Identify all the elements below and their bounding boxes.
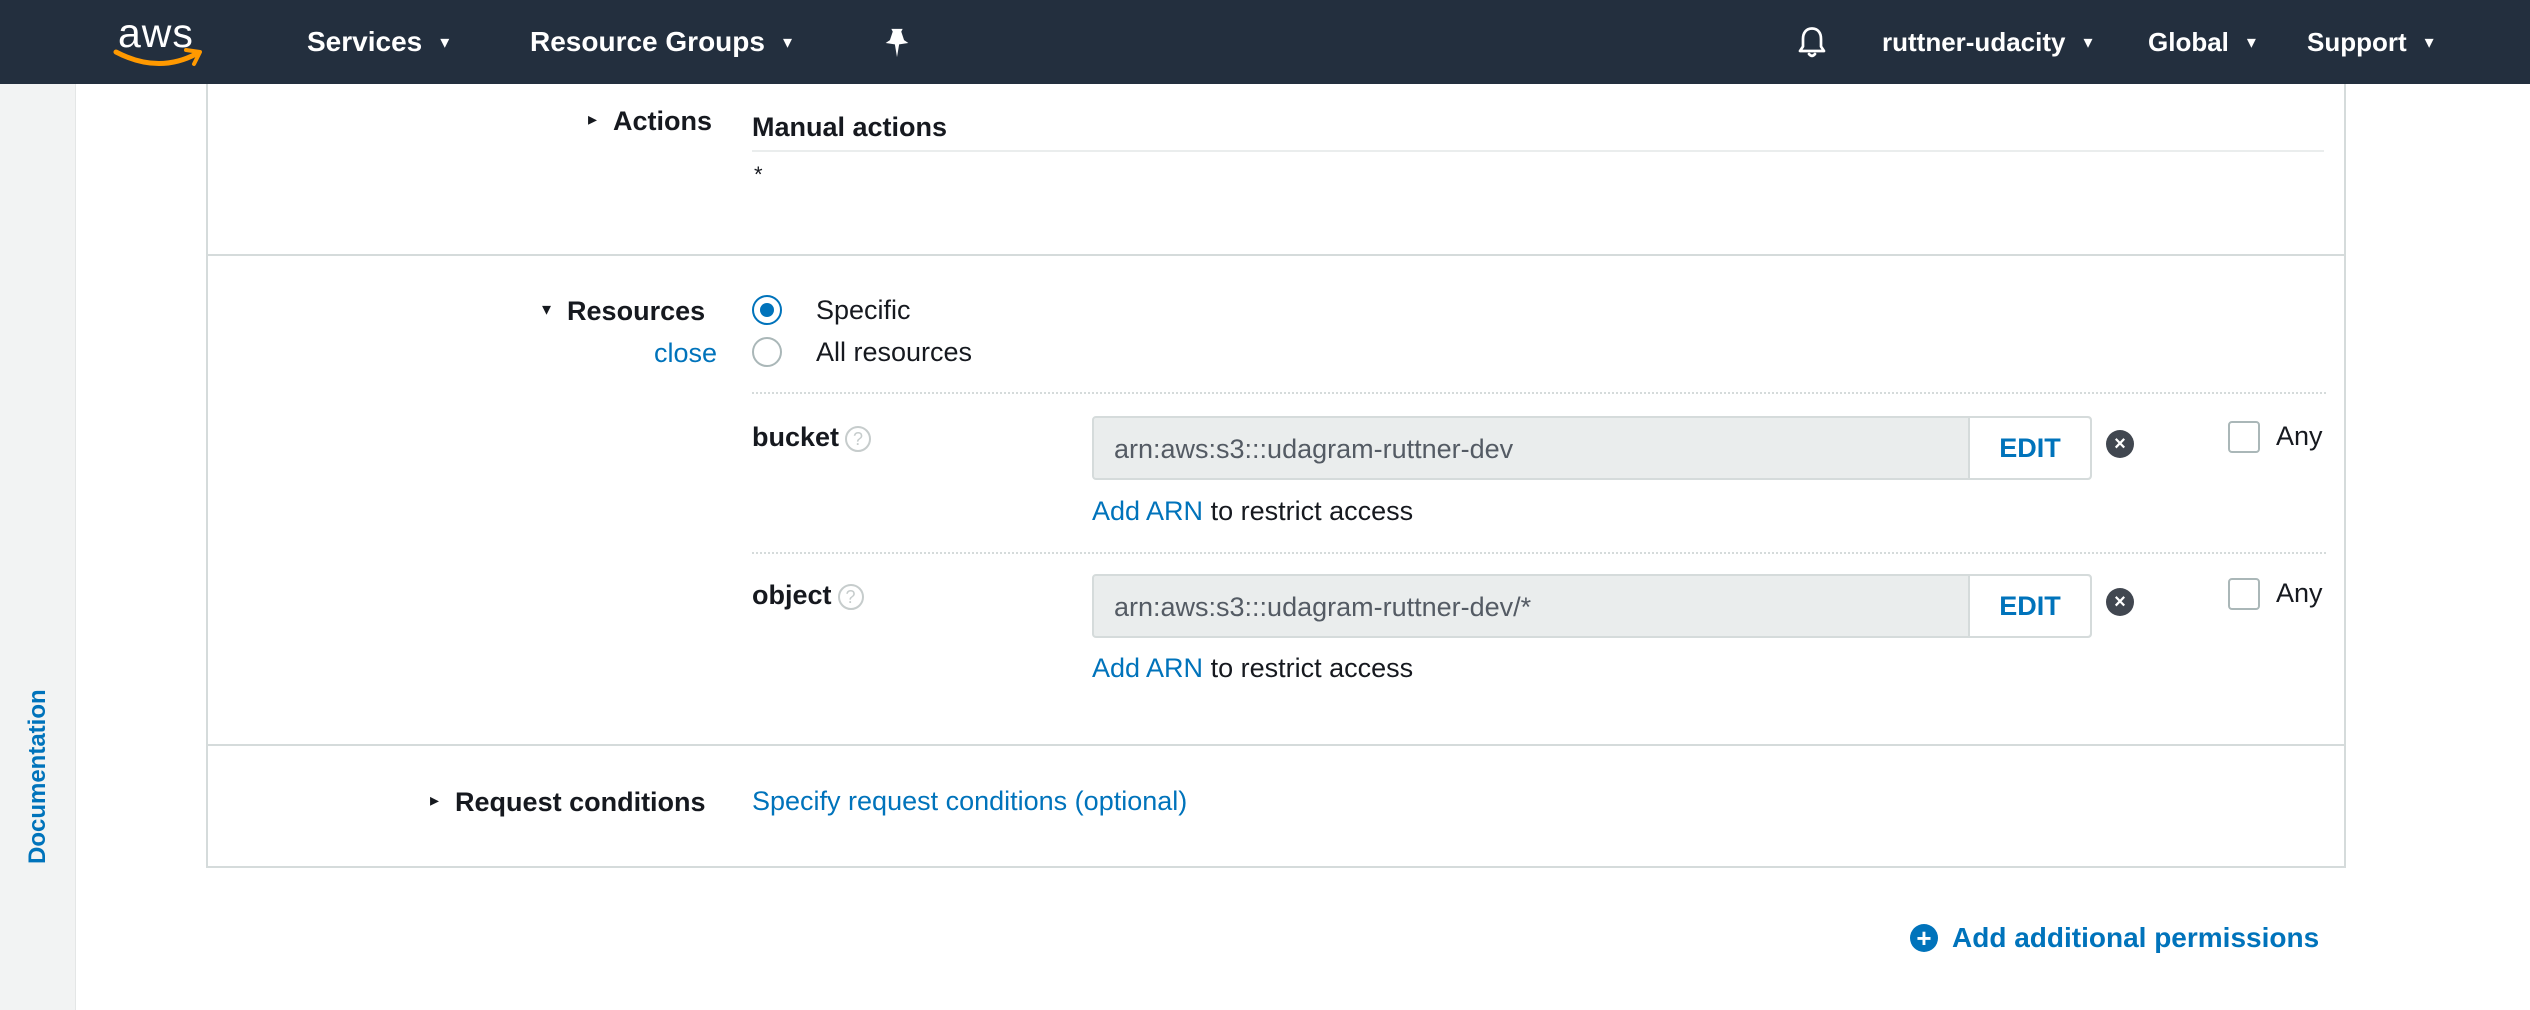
- resources-entry-divider: [752, 552, 2326, 554]
- bucket-any-checkbox[interactable]: [2228, 421, 2260, 453]
- actions-value: *: [754, 162, 763, 187]
- resource-groups-label: Resource Groups: [530, 26, 765, 57]
- plus-circle-icon: +: [1910, 924, 1938, 952]
- chevron-down-icon: ▾: [2424, 31, 2434, 52]
- bucket-any-label: Any: [2276, 421, 2323, 451]
- account-label: ruttner-udacity: [1882, 26, 2066, 57]
- bucket-arn-field: arn:aws:s3:::udagram-ruttner-dev EDIT: [1092, 416, 2092, 480]
- chevron-down-icon: ▾: [782, 31, 792, 52]
- radio-all-resources-label: All resources: [816, 337, 973, 367]
- bucket-add-arn-suffix: to restrict access: [1210, 496, 1414, 526]
- bucket-arn-value: arn:aws:s3:::udagram-ruttner-dev: [1114, 434, 1514, 464]
- remove-icon[interactable]: ×: [2106, 430, 2134, 458]
- resource-groups-menu[interactable]: Resource Groups ▾: [530, 0, 792, 84]
- pin-icon[interactable]: [880, 26, 914, 60]
- actions-heading: Manual actions: [752, 112, 948, 142]
- aws-smile-icon: [113, 48, 202, 66]
- resources-divider: [752, 392, 2326, 394]
- documentation-link[interactable]: Documentation: [24, 689, 52, 864]
- bucket-edit-button[interactable]: EDIT: [1968, 418, 2090, 478]
- object-arn-field: arn:aws:s3:::udagram-ruttner-dev/* EDIT: [1092, 574, 2092, 638]
- region-menu[interactable]: Global ▾: [2148, 0, 2256, 84]
- bucket-add-arn-row: Add ARN to restrict access: [1092, 496, 1413, 527]
- region-label: Global: [2148, 26, 2229, 57]
- object-any-label: Any: [2276, 578, 2323, 608]
- services-label: Services: [307, 26, 423, 57]
- account-menu[interactable]: ruttner-udacity ▾: [1882, 0, 2093, 84]
- object-any-checkbox[interactable]: [2228, 578, 2260, 610]
- bell-icon[interactable]: [1794, 24, 1830, 60]
- documentation-rail: Documentation: [0, 84, 76, 1010]
- top-navigation-bar: aws Services ▾ Resource Groups ▾ ruttner…: [0, 0, 2530, 84]
- request-conditions-link[interactable]: Specify request conditions (optional): [752, 786, 1187, 817]
- help-icon[interactable]: ?: [845, 425, 872, 452]
- triangle-right-icon: ▸: [588, 109, 598, 130]
- object-add-arn-suffix: to restrict access: [1210, 653, 1414, 683]
- add-additional-permissions-label: Add additional permissions: [1952, 922, 2320, 953]
- chevron-down-icon: ▾: [440, 31, 450, 52]
- support-menu[interactable]: Support ▾: [2307, 0, 2434, 84]
- object-label: object?: [752, 580, 864, 611]
- request-conditions-row-label[interactable]: ▸ Request conditions: [430, 787, 706, 818]
- radio-specific-label: Specific: [816, 295, 911, 325]
- help-icon[interactable]: ?: [837, 583, 864, 610]
- chevron-down-icon: ▾: [2246, 31, 2256, 52]
- actions-row-label[interactable]: ▸ Actions: [588, 106, 712, 137]
- chevron-down-icon: ▾: [2083, 31, 2093, 52]
- radio-all-resources[interactable]: [752, 337, 782, 367]
- radio-specific[interactable]: [752, 295, 782, 325]
- aws-logo[interactable]: aws: [112, 10, 204, 74]
- bucket-add-arn-link[interactable]: Add ARN: [1092, 496, 1203, 526]
- triangle-right-icon: ▸: [430, 790, 440, 811]
- section-divider: [206, 254, 2346, 256]
- triangle-down-icon: ▾: [542, 299, 552, 320]
- object-arn-value: arn:aws:s3:::udagram-ruttner-dev/*: [1114, 592, 1532, 622]
- resources-close-link[interactable]: close: [654, 338, 717, 369]
- section-divider: [206, 744, 2346, 746]
- remove-icon[interactable]: ×: [2106, 588, 2134, 616]
- object-add-arn-link[interactable]: Add ARN: [1092, 653, 1203, 683]
- services-menu[interactable]: Services ▾: [307, 0, 449, 84]
- actions-divider: [752, 150, 2324, 152]
- support-label: Support: [2307, 26, 2407, 57]
- bucket-label: bucket?: [752, 422, 872, 453]
- add-additional-permissions-button[interactable]: + Add additional permissions: [1910, 922, 2319, 954]
- object-add-arn-row: Add ARN to restrict access: [1092, 653, 1413, 684]
- object-edit-button[interactable]: EDIT: [1968, 576, 2090, 636]
- resources-row-label[interactable]: ▾ Resources: [542, 296, 705, 327]
